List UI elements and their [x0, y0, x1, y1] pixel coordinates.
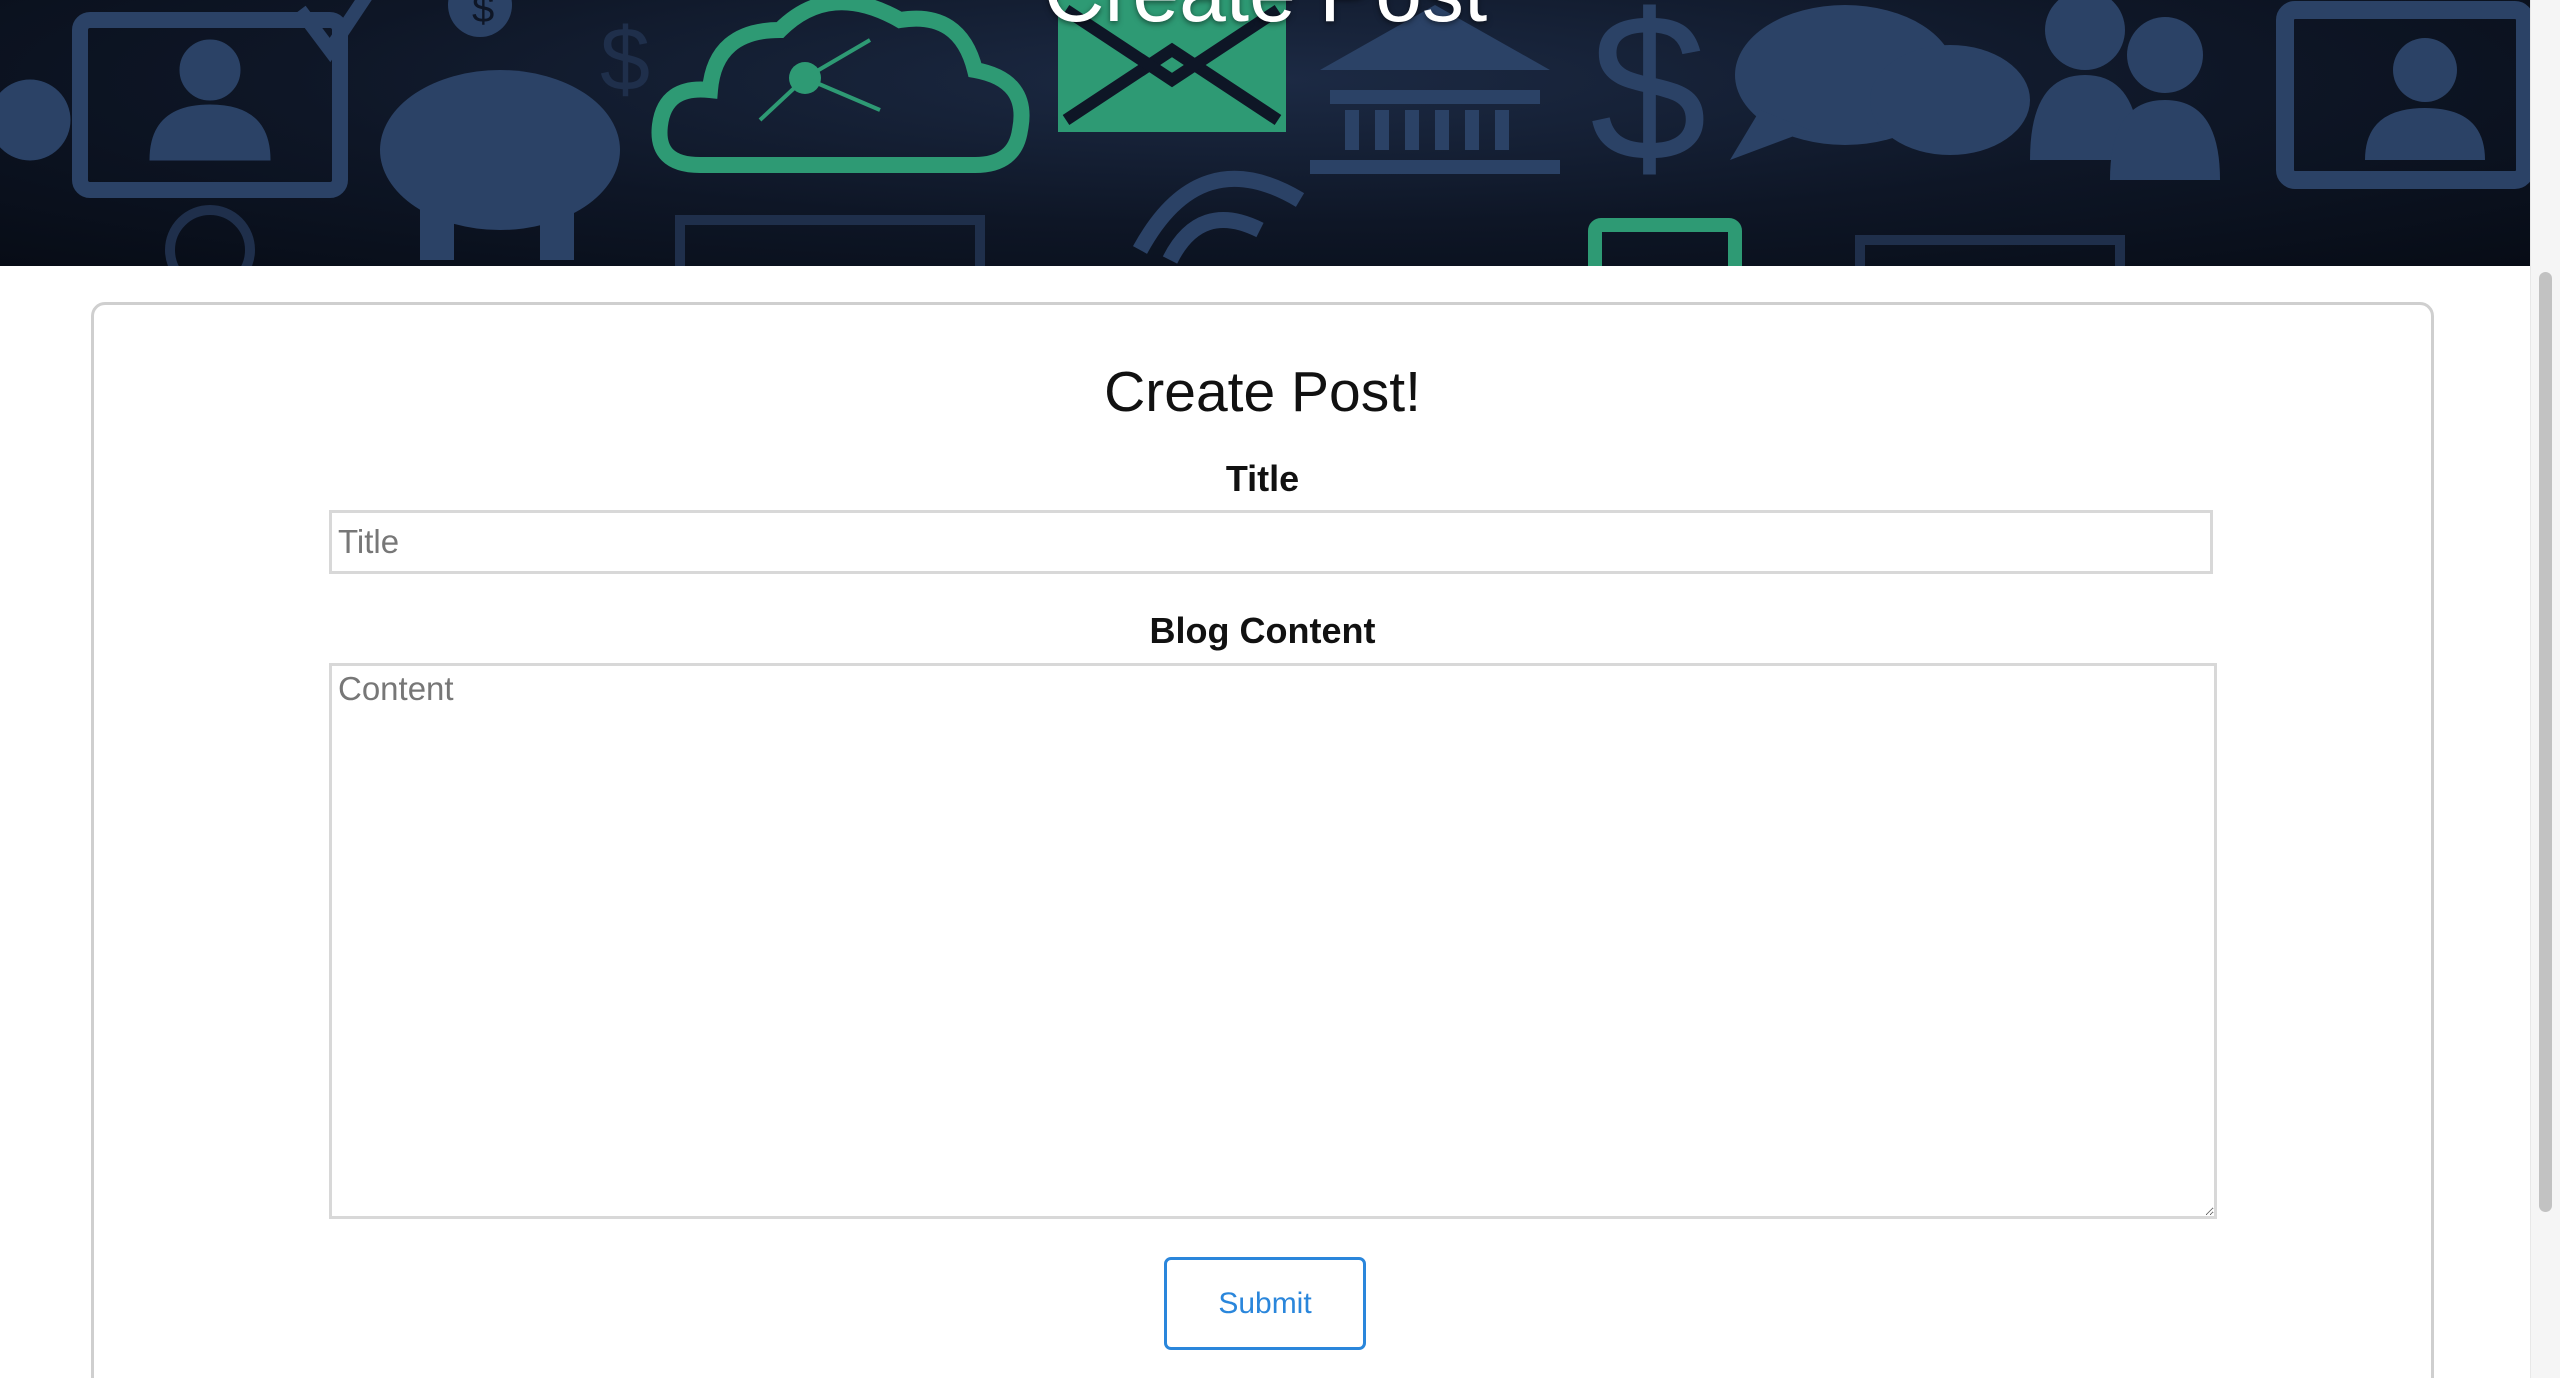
- content-textarea[interactable]: [329, 663, 2217, 1219]
- submit-button[interactable]: Submit: [1164, 1257, 1366, 1350]
- blog-content-label: Blog Content: [1149, 610, 1376, 651]
- scrollbar-thumb[interactable]: [2539, 272, 2552, 1212]
- create-post-card: Create Post! Title Blog Content Submit: [91, 302, 2434, 1378]
- monitor-icon: [1588, 218, 1742, 266]
- hero-title: Create Post: [0, 0, 2531, 42]
- title-label: Title: [1225, 458, 1300, 499]
- page: $ $ $ Create Post! Title Title Blog Cont…: [0, 0, 2560, 1378]
- hero-banner: $ $ $: [0, 0, 2531, 266]
- page-scrollbar[interactable]: [2530, 0, 2560, 1378]
- title-input[interactable]: [329, 510, 2213, 574]
- wifi-icon: [1132, 170, 1305, 264]
- form-heading: Create Post!: [1104, 360, 1421, 424]
